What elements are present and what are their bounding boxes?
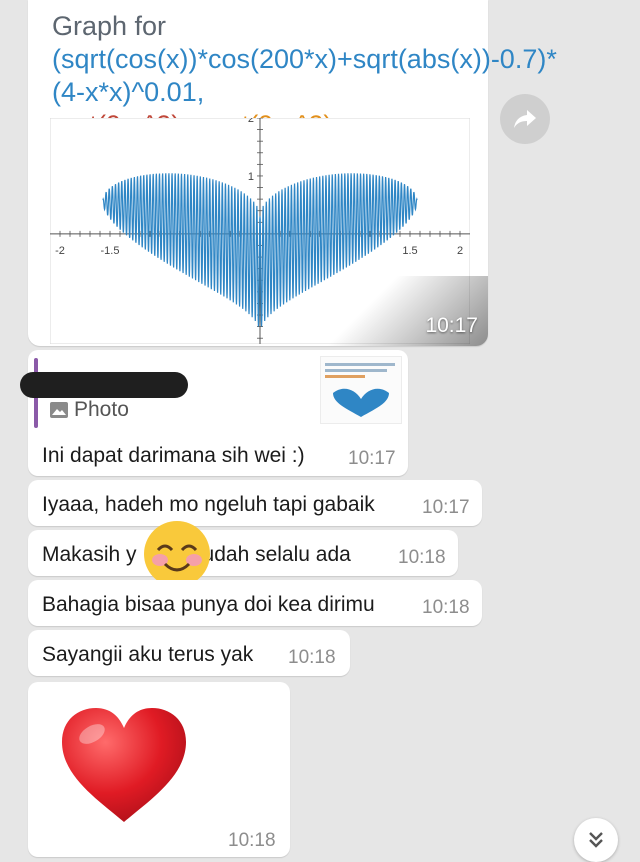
- scroll-to-bottom-button[interactable]: [574, 818, 618, 862]
- message-text: Sayangii aku terus yak: [42, 643, 254, 666]
- red-heart-emoji: [62, 708, 186, 822]
- graph-function-1: (sqrt(cos(x))*cos(200*x)+sqrt(abs(x))-0.…: [52, 44, 557, 107]
- message-text: Ini dapat darimana sih wei :): [42, 444, 305, 467]
- y-tick-label: 2: [248, 118, 254, 125]
- graph-image-message[interactable]: Graph for (sqrt(cos(x))*cos(200*x)+sqrt(…: [28, 0, 557, 346]
- x-tick-label: -1.5: [101, 245, 120, 257]
- quoted-photo-thumbnail[interactable]: [320, 356, 402, 424]
- message-time: 10:17: [422, 497, 470, 518]
- message-time: 10:18: [228, 830, 276, 851]
- text-message[interactable]: Sayangii aku terus yak 10:18: [28, 630, 350, 676]
- share-button[interactable]: [500, 94, 550, 144]
- text-message[interactable]: Makasih y udah selalu ada 10:18: [28, 521, 458, 587]
- y-tick-label: 1: [248, 171, 254, 183]
- double-chevron-down-icon: [589, 832, 603, 848]
- message-time: 10:17: [348, 448, 396, 469]
- redacted-sender-name: [20, 372, 188, 398]
- x-tick-label: 1.5: [402, 245, 417, 257]
- x-tick-label: 2: [457, 245, 463, 257]
- photo-icon: [50, 402, 68, 418]
- text-message[interactable]: Bahagia bisaa punya doi kea dirimu 10:18: [28, 580, 482, 626]
- message-time: 10:18: [398, 547, 446, 568]
- graph-title-prefix: Graph for: [52, 11, 167, 41]
- quoted-photo-label[interactable]: Photo: [50, 398, 129, 422]
- message-time: 10:18: [422, 597, 470, 618]
- message-time: 10:17: [425, 314, 478, 337]
- message-text-part: Makasih y: [42, 543, 137, 566]
- sticker-message[interactable]: 10:18: [28, 682, 290, 857]
- quoted-type: Photo: [74, 398, 129, 421]
- reply-message[interactable]: Photo Ini dapat darimana sih wei :) 10:1…: [20, 350, 408, 476]
- x-tick-label: -2: [55, 245, 65, 257]
- smiling-face-with-blush-emoji: [144, 521, 210, 587]
- message-text: Bahagia bisaa punya doi kea dirimu: [42, 593, 375, 616]
- message-text-part: udah selalu ada: [202, 543, 351, 566]
- message-text: Iyaaa, hadeh mo ngeluh tapi gabaik: [42, 493, 375, 516]
- text-message[interactable]: Iyaaa, hadeh mo ngeluh tapi gabaik 10:17: [28, 480, 482, 526]
- share-arrow-icon: [514, 110, 536, 128]
- message-time: 10:18: [288, 647, 336, 668]
